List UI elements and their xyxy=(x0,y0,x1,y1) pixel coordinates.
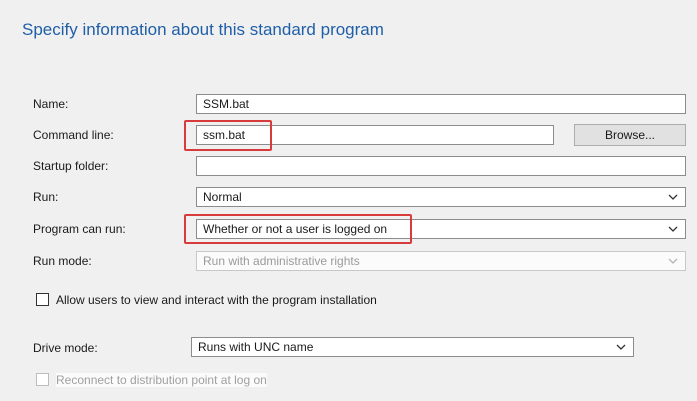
program-can-run-highlight xyxy=(184,214,412,244)
allow-interact-label: Allow users to view and interact with th… xyxy=(56,293,377,307)
browse-button[interactable]: Browse... xyxy=(574,124,686,146)
reconnect-checkbox[interactable] xyxy=(36,373,49,386)
reconnect-label: Reconnect to distribution point at log o… xyxy=(56,373,267,387)
command-line-label: Command line: xyxy=(33,128,114,142)
chevron-down-icon xyxy=(667,252,679,270)
program-can-run-label: Program can run: xyxy=(33,222,126,236)
chevron-down-icon xyxy=(667,220,679,238)
name-value: SSM.bat xyxy=(203,97,250,111)
run-value: Normal xyxy=(203,190,242,204)
run-mode-dropdown[interactable]: Run with administrative rights xyxy=(196,251,686,271)
startup-folder-label: Startup folder: xyxy=(33,159,109,173)
name-label: Name: xyxy=(33,97,69,111)
drive-mode-dropdown[interactable]: Runs with UNC name xyxy=(191,337,634,357)
drive-mode-value: Runs with UNC name xyxy=(198,340,314,354)
drive-mode-label: Drive mode: xyxy=(33,341,98,355)
chevron-down-icon xyxy=(667,188,679,206)
name-field[interactable]: SSM.bat xyxy=(196,94,686,114)
allow-interact-checkbox[interactable] xyxy=(36,293,49,306)
chevron-down-icon xyxy=(615,338,627,356)
run-dropdown[interactable]: Normal xyxy=(196,187,686,207)
page-title: Specify information about this standard … xyxy=(22,20,384,39)
run-mode-value: Run with administrative rights xyxy=(203,254,360,268)
run-mode-label: Run mode: xyxy=(33,254,92,268)
startup-folder-field[interactable] xyxy=(196,156,686,176)
run-label: Run: xyxy=(33,190,59,204)
command-line-highlight xyxy=(184,120,272,151)
